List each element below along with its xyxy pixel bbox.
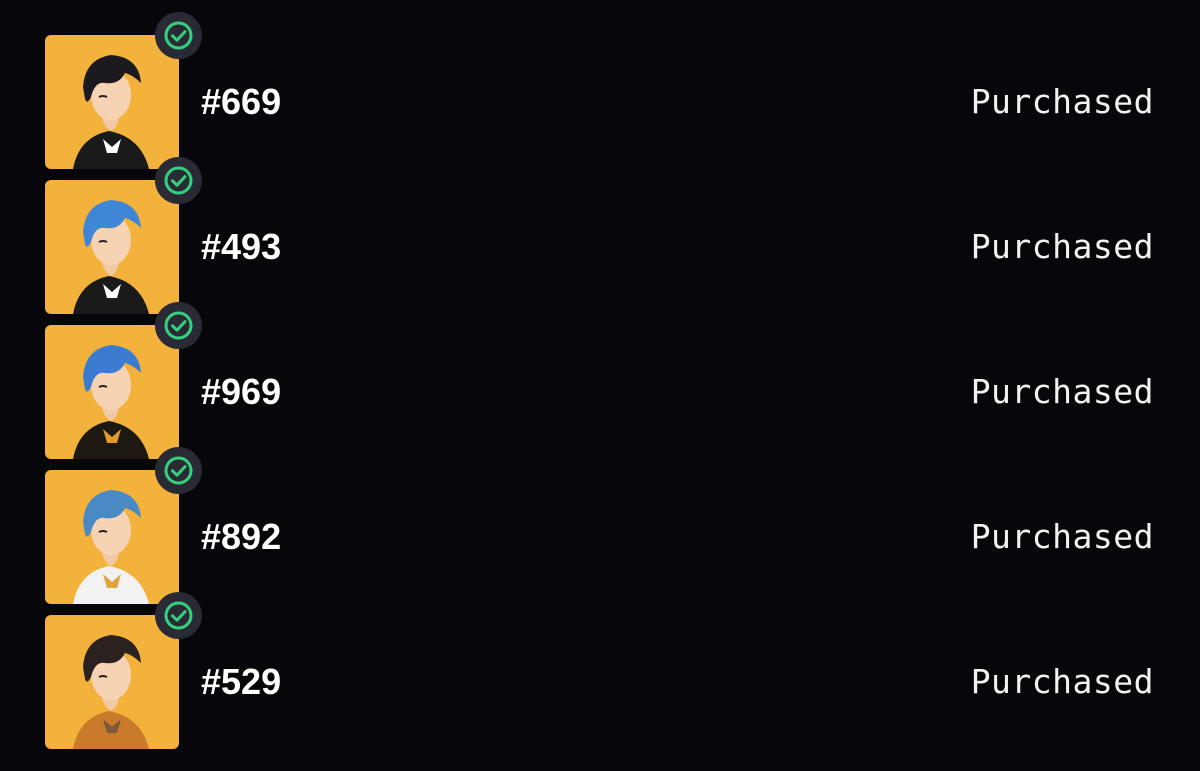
token-id: #493: [201, 226, 282, 267]
token-id: #529: [201, 661, 282, 702]
purchased-list: #669 Purchased #493 Purchased #969 Purch…: [0, 0, 1200, 771]
status-label: Purchased: [970, 517, 1154, 556]
check-circle-icon: [155, 157, 202, 204]
status-label: Purchased: [970, 82, 1154, 121]
check-circle-icon: [155, 592, 202, 639]
list-item[interactable]: #529 Purchased: [0, 592, 1200, 750]
list-item[interactable]: #493 Purchased: [0, 157, 1200, 315]
token-id: #969: [201, 371, 282, 412]
list-item[interactable]: #892 Purchased: [0, 447, 1200, 605]
status-label: Purchased: [970, 372, 1154, 411]
check-circle-icon: [155, 447, 202, 494]
list-item[interactable]: #669 Purchased: [0, 12, 1200, 170]
token-id: #892: [201, 516, 282, 557]
status-label: Purchased: [970, 662, 1154, 701]
status-label: Purchased: [970, 227, 1154, 266]
token-id: #669: [201, 81, 282, 122]
check-circle-icon: [155, 302, 202, 349]
list-item[interactable]: #969 Purchased: [0, 302, 1200, 460]
check-circle-icon: [155, 12, 202, 59]
